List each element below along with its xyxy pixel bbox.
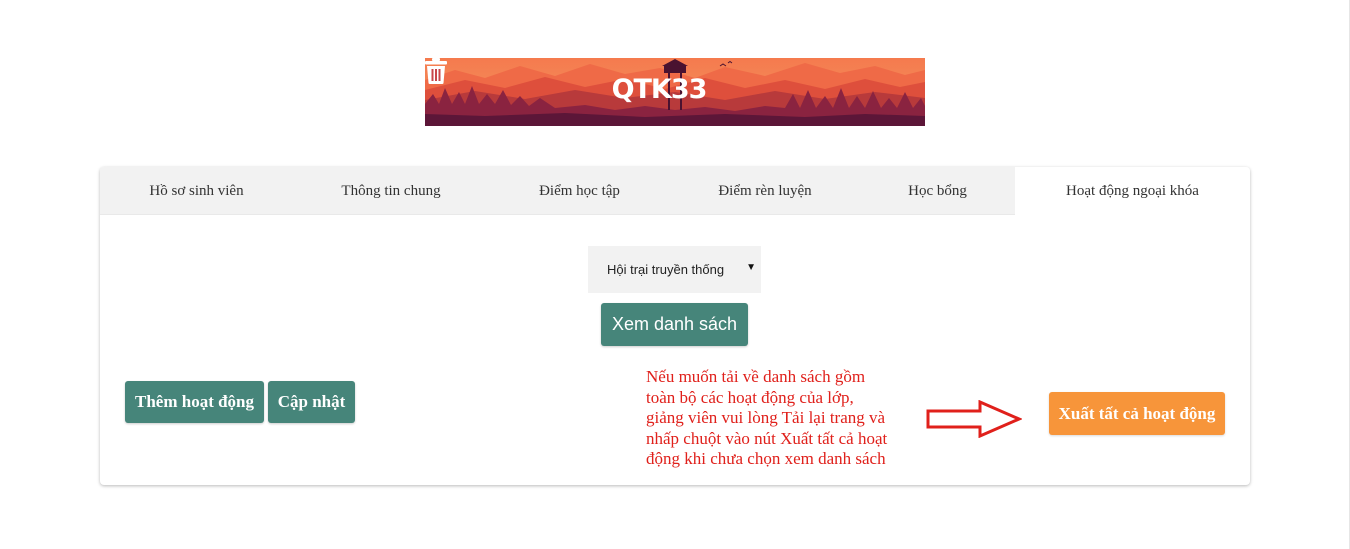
student-management-card: Hồ sơ sinh viên Thông tin chung Điểm học…: [100, 167, 1250, 485]
tab-student-profile[interactable]: Hồ sơ sinh viên: [100, 167, 293, 215]
add-activity-button[interactable]: Thêm hoạt động: [125, 381, 264, 423]
banner-title-row: QTK33: [425, 58, 925, 120]
class-banner: QTK33: [425, 58, 925, 126]
tab-scholarship[interactable]: Học bổng: [860, 167, 1015, 215]
caret-down-icon: ▼: [746, 262, 756, 273]
export-all-activities-button[interactable]: Xuất tất cả hoạt động: [1049, 392, 1225, 435]
note-line: nhấp chuột vào nút Xuất tất cả hoạt: [646, 428, 888, 448]
note-line: toàn bộ các hoạt động của lớp,: [646, 387, 854, 407]
tab-academic-scores[interactable]: Điểm học tập: [489, 167, 670, 215]
class-name-title: QTK33: [611, 73, 708, 105]
update-button[interactable]: Cập nhật: [268, 381, 355, 423]
right-arrow-icon: [926, 400, 1022, 438]
note-line: Nếu muốn tải về danh sách gồm: [646, 367, 866, 386]
tab-general-info[interactable]: Thông tin chung: [293, 167, 489, 215]
tab-bar: Hồ sơ sinh viên Thông tin chung Điểm học…: [100, 167, 1250, 216]
view-list-button[interactable]: Xem danh sách: [601, 303, 748, 346]
export-instruction-note: Nếu muốn tải về danh sách gồm toàn bộ cá…: [646, 367, 926, 470]
trash-icon[interactable]: [425, 58, 738, 102]
note-line: động khi chưa chọn xem danh sách: [646, 449, 886, 468]
tab-conduct-scores[interactable]: Điểm rèn luyện: [670, 167, 860, 215]
activity-select[interactable]: Hội trại truyền thống ▼: [588, 246, 761, 293]
note-line: giảng viên vui lòng Tải lại trang và: [646, 408, 886, 427]
tab-extracurricular[interactable]: Hoạt động ngoại khóa: [1015, 167, 1250, 216]
activity-select-value: Hội trại truyền thống: [607, 262, 725, 277]
